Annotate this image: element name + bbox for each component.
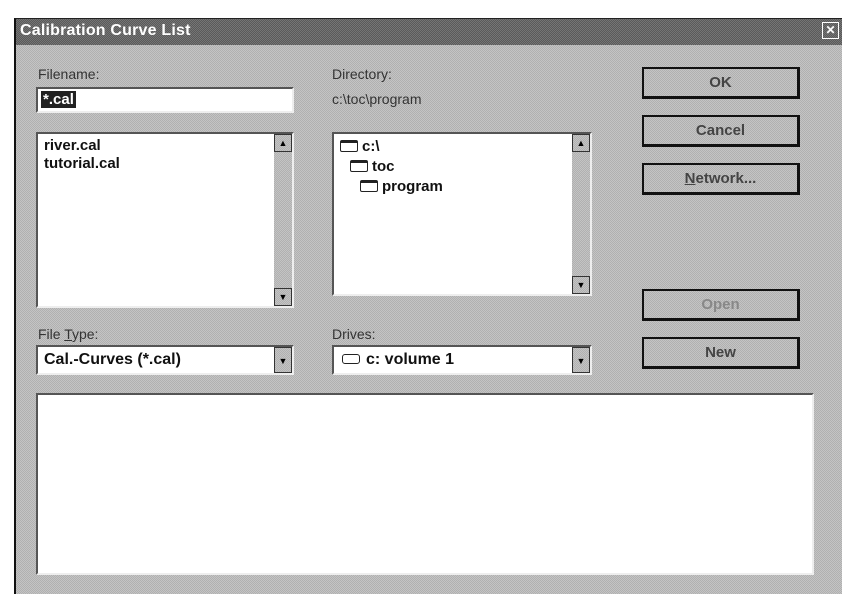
arrow-up-icon: ▲ bbox=[576, 138, 586, 148]
directory-path: c:\toc\program bbox=[332, 91, 422, 107]
new-button[interactable]: New bbox=[642, 337, 800, 369]
file-list[interactable]: river.cal tutorial.cal ▲ ▼ bbox=[36, 132, 294, 308]
file-item-tutorial[interactable]: tutorial.cal bbox=[44, 155, 120, 172]
ok-button[interactable]: OK bbox=[642, 67, 800, 99]
network-button[interactable]: Network... bbox=[642, 163, 800, 195]
arrow-up-icon: ▲ bbox=[278, 138, 288, 148]
folder-open-icon bbox=[360, 180, 378, 192]
folder-label: c:\ bbox=[362, 138, 380, 155]
folder-item-root[interactable]: c:\ bbox=[340, 138, 380, 155]
filename-value: *.cal bbox=[41, 91, 76, 108]
scroll-up-button[interactable]: ▲ bbox=[274, 134, 292, 152]
drives-label: Drives: bbox=[332, 326, 376, 342]
folder-label: toc bbox=[372, 158, 395, 175]
file-type-label: File Type: bbox=[38, 326, 99, 342]
drives-dropdown-button[interactable]: ▼ bbox=[572, 347, 590, 373]
arrow-down-icon: ▼ bbox=[576, 280, 586, 290]
close-button[interactable]: ✕ bbox=[822, 22, 839, 39]
filename-input[interactable]: *.cal bbox=[36, 87, 294, 113]
dialog-body: Filename: *.cal river.cal tutorial.cal ▲… bbox=[16, 45, 842, 594]
folder-open-icon bbox=[350, 160, 368, 172]
directory-label: Directory: bbox=[332, 66, 392, 82]
directory-list[interactable]: c:\ toc program ▲ ▼ bbox=[332, 132, 592, 296]
directory-list-scrollbar[interactable]: ▲ ▼ bbox=[572, 134, 590, 294]
title-bar[interactable]: Calibration Curve List ✕ bbox=[16, 19, 842, 45]
file-item-river[interactable]: river.cal bbox=[44, 137, 101, 154]
file-type-select[interactable]: Cal.-Curves (*.cal) ▼ bbox=[36, 345, 294, 375]
chevron-down-icon: ▼ bbox=[576, 356, 586, 366]
folder-item-toc[interactable]: toc bbox=[350, 158, 395, 175]
arrow-down-icon: ▼ bbox=[278, 292, 288, 302]
scroll-down-button[interactable]: ▼ bbox=[274, 288, 292, 306]
filename-label: Filename: bbox=[38, 66, 100, 82]
file-type-value: Cal.-Curves (*.cal) bbox=[44, 351, 181, 368]
window-title: Calibration Curve List bbox=[20, 22, 191, 39]
drives-select[interactable]: c: volume 1 ▼ bbox=[332, 345, 592, 375]
open-button[interactable]: Open bbox=[642, 289, 800, 321]
cancel-button[interactable]: Cancel bbox=[642, 115, 800, 147]
folder-label: program bbox=[382, 178, 443, 195]
close-icon: ✕ bbox=[825, 23, 836, 37]
file-list-scrollbar[interactable]: ▲ ▼ bbox=[274, 134, 292, 306]
scroll-up-button[interactable]: ▲ bbox=[572, 134, 590, 152]
drive-value: c: volume 1 bbox=[342, 351, 454, 369]
chevron-down-icon: ▼ bbox=[278, 356, 288, 366]
description-area[interactable] bbox=[36, 393, 814, 575]
scroll-down-button[interactable]: ▼ bbox=[572, 276, 590, 294]
calibration-curve-dialog: Calibration Curve List ✕ Filename: *.cal… bbox=[14, 18, 842, 594]
file-type-dropdown-button[interactable]: ▼ bbox=[274, 347, 292, 373]
folder-item-program[interactable]: program bbox=[360, 178, 443, 195]
hard-drive-icon bbox=[342, 354, 360, 364]
folder-open-icon bbox=[340, 140, 358, 152]
